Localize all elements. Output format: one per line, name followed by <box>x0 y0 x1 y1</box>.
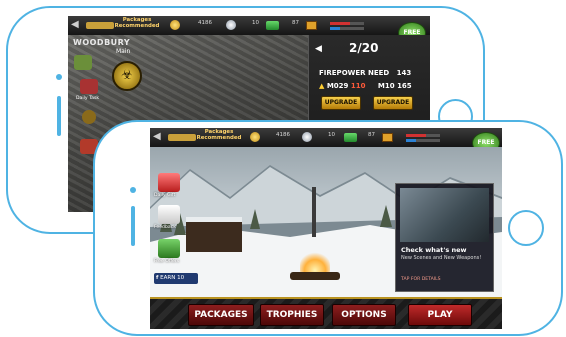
phone-back-speaker <box>57 96 61 136</box>
play-button[interactable]: PLAY <box>408 304 472 326</box>
packages-button[interactable]: PACKAGES <box>188 304 254 326</box>
warning-icon: ▲ <box>319 82 325 90</box>
phone-front-home-button[interactable] <box>508 210 544 246</box>
energy-bar <box>406 139 440 142</box>
back-arrow-icon[interactable]: ◀ <box>153 131 161 142</box>
star-icon[interactable] <box>82 110 96 124</box>
cash-count: 87 <box>292 20 299 26</box>
facebook-icon: f <box>156 275 159 281</box>
silver-count: 10 <box>252 20 259 26</box>
biohazard-icon: ☣ <box>121 68 133 83</box>
weapon1-name: M029 <box>326 82 349 90</box>
back-arrow-icon[interactable]: ◀ <box>71 19 79 30</box>
upgrade-button-1[interactable]: UPGRADE <box>321 96 361 110</box>
cash-icon <box>344 133 357 142</box>
soldier-news-image <box>400 188 489 242</box>
upgrade-counter: 2/20 <box>349 41 379 55</box>
base-icon[interactable] <box>74 55 92 70</box>
daily-task-icon[interactable] <box>80 79 98 94</box>
energy-bar <box>330 27 364 30</box>
health-bar <box>330 22 364 25</box>
cabin <box>186 217 242 252</box>
campfire-logs <box>290 272 340 280</box>
phone-back-camera <box>56 74 62 80</box>
packages-recommended[interactable]: Packages Recommended <box>110 17 164 29</box>
free-offers-label: Free Offers <box>154 259 180 264</box>
daily-task-label: Daily Task <box>76 96 99 101</box>
map-title: WOODBURY <box>73 38 131 47</box>
snow-camp-scene: Daily Gift Feedback Free Offers f EARN 1… <box>150 147 502 309</box>
phone-front-speaker <box>131 206 135 246</box>
firepower-value: 143 <box>396 69 412 77</box>
gold-count: 4186 <box>276 132 290 138</box>
weapon1-value: 110 <box>350 82 366 90</box>
silver-coin-icon <box>226 20 236 30</box>
prev-arrow-icon[interactable]: ◀ <box>315 44 322 54</box>
gold-coin-icon <box>170 20 180 30</box>
cash-count: 87 <box>368 132 375 138</box>
watch-tower <box>312 187 316 237</box>
weapon2-value: 165 <box>397 82 412 90</box>
free-offers-icon[interactable] <box>158 239 180 258</box>
weapon2-name: M10 <box>377 82 395 90</box>
recommended-label: Recommended <box>114 23 160 29</box>
cash-icon <box>266 21 279 30</box>
gold-coin-icon <box>250 132 260 142</box>
top-bar: ◀ Packages Recommended 4186 10 87 <box>68 16 430 36</box>
daily-gift-icon[interactable] <box>158 173 180 192</box>
silver-count: 10 <box>328 132 335 138</box>
front-game-screen: ◀ Packages Recommended 4186 10 87 FREE D… <box>150 128 502 329</box>
earn-facebook-button[interactable]: f EARN 10 <box>154 273 198 284</box>
top-bar-front: ◀ Packages Recommended 4186 10 87 <box>150 128 502 148</box>
health-bar <box>406 134 440 137</box>
gold-count: 4186 <box>198 20 212 26</box>
main-mission-badge[interactable]: ☣ <box>112 61 142 91</box>
firepower-label: FIREPOWER NEED <box>319 69 390 77</box>
silver-coin-icon <box>302 132 312 142</box>
earn-label: EARN 10 <box>160 275 185 281</box>
tap-for-details-label[interactable]: TAP FOR DETAILS <box>401 277 441 282</box>
daily-gift-label: Daily Gift <box>154 193 176 198</box>
trophies-button[interactable]: TROPHIES <box>260 304 324 326</box>
free-label: FREE <box>477 139 495 146</box>
main-label: Main <box>116 48 131 55</box>
packages-recommended[interactable]: Packages Recommended <box>192 129 246 141</box>
feedback-label: Feedback <box>154 225 176 230</box>
chest-icon[interactable] <box>306 21 317 30</box>
news-subtitle: New Scenes and New Weapons! <box>401 255 482 261</box>
phone-front-camera <box>130 187 136 193</box>
upgrade-button-2[interactable]: UPGRADE <box>373 96 413 110</box>
feedback-icon[interactable] <box>158 205 180 224</box>
recommended-label: Recommended <box>196 135 242 141</box>
news-panel[interactable]: Check what's new New Scenes and New Weap… <box>395 183 494 292</box>
main-menu-bar: PACKAGES TROPHIES OPTIONS PLAY <box>150 297 502 329</box>
chest-icon[interactable] <box>382 133 393 142</box>
options-button[interactable]: OPTIONS <box>332 304 396 326</box>
news-title: Check what's new <box>401 246 467 254</box>
